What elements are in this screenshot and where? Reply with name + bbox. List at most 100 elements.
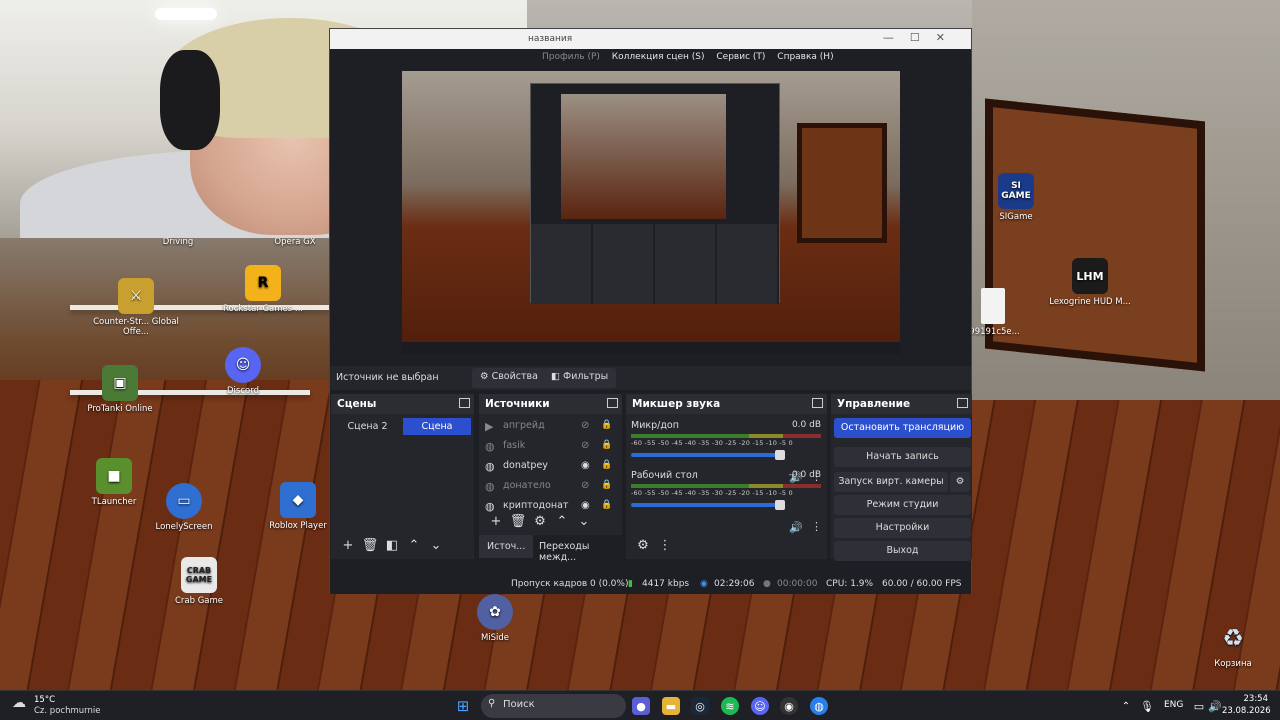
no-source-label: Источник не выбран (336, 372, 439, 383)
filters-button[interactable]: ◧ Фильтры (543, 368, 617, 388)
kebab-menu-icon[interactable]: ⋮ (811, 520, 822, 533)
desktop-icon-rockstar[interactable]: R Rockstar Games ... (218, 265, 308, 314)
spotify-icon[interactable]: ≋ (721, 697, 739, 715)
stream-time: 02:29:06 (714, 579, 755, 589)
weather-temp[interactable]: 15°C (34, 695, 55, 705)
desktop-icon-lexogrine[interactable]: LHM Lexogrine HUD M... (1045, 258, 1135, 307)
chevron-up-icon[interactable]: ⌃ (551, 514, 573, 529)
filter-icon[interactable]: ◧ (381, 538, 403, 553)
file-explorer-icon[interactable]: ▬ (662, 697, 680, 715)
desktop-icon-csgo[interactable]: ⚔ Counter-Str... Global Offe... (91, 278, 181, 337)
language-indicator[interactable]: ENG (1164, 700, 1183, 710)
sources-dock-title: Источники (479, 394, 622, 414)
properties-button[interactable]: ⚙ Свойства (472, 368, 546, 388)
obs-icon[interactable]: ◉ (780, 697, 798, 715)
volume-meter (631, 434, 821, 438)
trash-icon[interactable]: 🗑 (507, 514, 529, 529)
add-icon[interactable]: + (337, 538, 359, 553)
gear-icon[interactable]: ⚙ (632, 538, 654, 553)
rockstar-icon: R (245, 265, 281, 301)
desktop-icon-miside[interactable]: ✿ MiSide (450, 594, 540, 643)
record-time: 00:00:00 (777, 579, 818, 589)
undock-icon[interactable] (812, 398, 823, 408)
volume-slider[interactable] (631, 500, 785, 510)
weather-desc[interactable]: Cz. pochmurnie (34, 706, 100, 716)
source-item[interactable]: ▶ апгрейд ⊘ 🔒 (485, 420, 615, 438)
grass-block-icon: ■ (96, 458, 132, 494)
obs-titlebar: названия —☐✕ (330, 29, 971, 49)
gear-icon: ⚙ (955, 476, 965, 487)
tab-sources[interactable]: Источ... (479, 535, 534, 558)
lock-icon[interactable]: 🔒 (601, 500, 612, 510)
menu-profile[interactable]: Профиль (P) (542, 52, 600, 62)
globe-icon: ◍ (485, 500, 495, 513)
microphone-icon[interactable]: 🎙 (1138, 697, 1156, 715)
lhm-icon: LHM (1072, 258, 1108, 294)
volume-slider[interactable] (631, 450, 785, 460)
menu-scene-collection[interactable]: Коллекция сцен (S) (612, 52, 705, 62)
taskbar-search[interactable]: ⚲ Поиск (481, 694, 626, 718)
eye-hidden-icon[interactable]: ⊘ (581, 480, 589, 491)
settings-button[interactable]: Настройки (834, 518, 971, 538)
scene-item-active[interactable]: Сцена (403, 418, 471, 435)
chevron-up-icon[interactable]: ⌃ (403, 538, 425, 553)
eye-hidden-icon[interactable]: ⊘ (581, 440, 589, 451)
eye-icon[interactable]: ◉ (581, 460, 590, 471)
globe-icon: ◍ (485, 460, 495, 473)
undock-icon[interactable] (957, 398, 968, 408)
controls-dock-title: Управление (831, 394, 972, 414)
meter-ticks: -60 -55 -50 -45 -40 -35 -30 -25 -20 -15 … (631, 489, 793, 497)
chevron-down-icon[interactable]: ⌄ (573, 514, 595, 529)
clock-time[interactable]: 23:54 (1230, 694, 1269, 704)
discord-icon[interactable]: ☺ (751, 697, 769, 715)
desktop-icon-protanki[interactable]: ▣ ProTanki Online (75, 365, 165, 414)
mixer-channel: Микр/доп 0.0 dB -60 -55 -50 -45 -40 -35 … (631, 420, 822, 484)
lock-icon[interactable]: 🔒 (601, 440, 612, 450)
gear-icon[interactable]: ⚙ (529, 514, 551, 529)
eye-hidden-icon[interactable]: ⊘ (581, 420, 589, 431)
studio-mode-button[interactable]: Режим студии (834, 495, 971, 515)
source-item[interactable]: ◍ донатело ⊘ 🔒 (485, 480, 615, 498)
source-item[interactable]: ◍ fasik ⊘ 🔒 (485, 440, 615, 458)
kebab-menu-icon[interactable]: ⋮ (654, 538, 676, 553)
add-icon[interactable]: + (485, 514, 507, 529)
chevron-down-icon[interactable]: ⌄ (425, 538, 447, 553)
exit-button[interactable]: Выход (834, 541, 971, 561)
window-controls[interactable]: —☐✕ (883, 31, 961, 44)
steam-icon[interactable]: ◎ (691, 697, 709, 715)
chrome-icon[interactable]: ◍ (810, 697, 828, 715)
volume-meter (631, 484, 821, 488)
scene-item[interactable]: Сцена 2 (334, 418, 401, 435)
chevron-up-icon[interactable]: ⌃ (1117, 697, 1135, 715)
undock-icon[interactable] (459, 398, 470, 408)
stop-streaming-button[interactable]: Остановить трансляцию (834, 418, 971, 438)
start-virtual-camera-button[interactable]: Запуск вирт. камеры (834, 472, 948, 492)
clock-date[interactable]: 23.08.2026 (1222, 706, 1271, 716)
windows-start-icon[interactable]: ⊞ (454, 697, 472, 715)
eye-icon[interactable]: ◉ (581, 500, 590, 511)
lock-icon[interactable]: 🔒 (601, 480, 612, 490)
desktop-icon-crab-game[interactable]: CRAB GAME Crab Game (154, 557, 244, 606)
desktop-icon-lonelyscreen[interactable]: ▭ LonelyScreen (139, 483, 229, 532)
menu-tools[interactable]: Сервис (T) (716, 52, 765, 62)
lock-icon[interactable]: 🔒 (601, 420, 612, 430)
desktop-icon-recycle-bin[interactable]: ♻ Корзина (1188, 620, 1278, 669)
desktop-icon-discord[interactable]: ☺ Discord (198, 347, 288, 396)
tab-transitions[interactable]: Переходы межд... (539, 535, 622, 569)
bitrate: 4417 kbps (642, 579, 690, 589)
obs-preview[interactable] (402, 71, 900, 354)
channel-db: 0.0 dB (791, 420, 821, 430)
source-item[interactable]: ◍ donatpey ◉ 🔒 (485, 460, 615, 478)
lock-icon[interactable]: 🔒 (601, 460, 612, 470)
desktop-icon-sigame[interactable]: SI GAME SIGame (971, 173, 1061, 222)
menu-help[interactable]: Справка (H) (777, 52, 833, 62)
undock-icon[interactable] (607, 398, 618, 408)
teams-icon[interactable]: ● (632, 697, 650, 715)
mixer-dock: Микшер звука Микр/доп 0.0 dB -60 -55 -50… (626, 394, 827, 559)
start-recording-button[interactable]: Начать запись (834, 447, 971, 467)
preview-taskbar (402, 342, 900, 354)
speaker-icon[interactable]: 🔊 (789, 521, 803, 534)
virtual-camera-settings-button[interactable]: ⚙ (950, 472, 970, 492)
gear-icon: ⚙ (480, 371, 489, 382)
trash-icon[interactable]: 🗑 (359, 538, 381, 553)
